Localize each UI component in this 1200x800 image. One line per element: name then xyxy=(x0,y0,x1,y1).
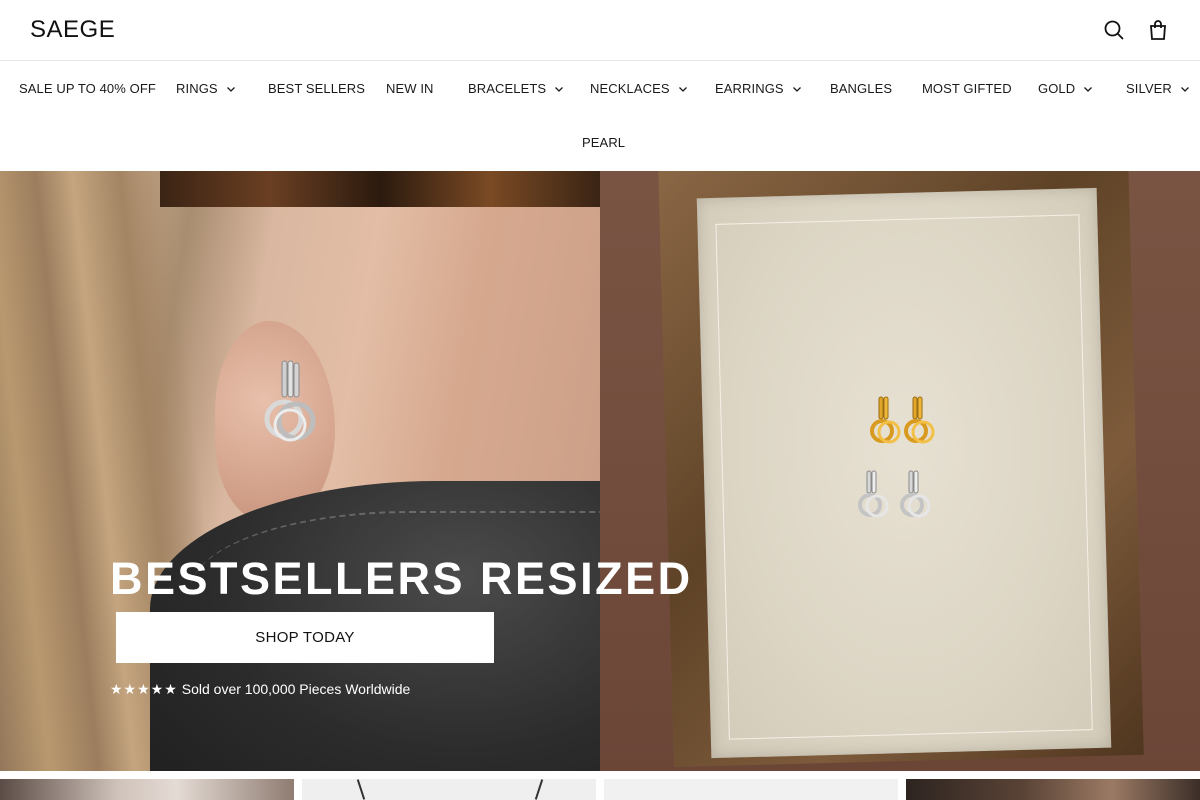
nav-item-necklaces[interactable]: NECKLACES xyxy=(590,81,688,96)
nav-item-new-in[interactable]: NEW IN xyxy=(386,81,434,96)
nav-item-bracelets[interactable]: BRACELETS xyxy=(468,81,564,96)
nav-item-label: NEW IN xyxy=(386,81,434,96)
chevron-down-icon xyxy=(1083,84,1093,94)
nav-item-sale[interactable]: SALE UP TO 40% OFF xyxy=(19,81,156,96)
product-tile[interactable] xyxy=(302,779,596,800)
nav-item-gold[interactable]: GOLD xyxy=(1038,81,1093,96)
nav-item-bangles[interactable]: BANGLES xyxy=(830,81,892,96)
chevron-down-icon xyxy=(1180,84,1190,94)
nav-item-earrings[interactable]: EARRINGS xyxy=(715,81,802,96)
search-icon[interactable] xyxy=(1102,18,1126,42)
nav-item-label: SALE UP TO 40% OFF xyxy=(19,81,156,96)
hero-banner: BESTSELLERS RESIZED SHOP TODAY ★★★★★ Sold… xyxy=(0,171,1200,771)
nav-item-label: PEARL xyxy=(582,135,626,150)
gold-earring-image xyxy=(870,396,901,444)
product-tile[interactable] xyxy=(604,779,898,800)
site-header: SAEGE xyxy=(0,0,1200,61)
nav-item-label: EARRINGS xyxy=(715,81,784,96)
silver-earring-image xyxy=(900,470,931,518)
nav-row: SALE UP TO 40% OFF RINGS BEST SELLERS NE… xyxy=(0,62,1200,116)
hero-image-tray xyxy=(600,171,1200,771)
site-logo[interactable]: SAEGE xyxy=(30,16,115,44)
main-navigation: SALE UP TO 40% OFF RINGS BEST SELLERS NE… xyxy=(0,62,1200,170)
nav-item-label: BEST SELLERS xyxy=(268,81,366,96)
star-rating-icon: ★★★★★ xyxy=(110,681,178,697)
necklace-chain xyxy=(356,779,366,800)
shop-today-button[interactable]: SHOP TODAY xyxy=(116,612,494,663)
nav-item-label: BANGLES xyxy=(830,81,893,96)
nav-item-label: NECKLACES xyxy=(590,81,670,96)
earring-image xyxy=(264,360,316,442)
product-tile[interactable] xyxy=(0,779,294,800)
nav-item-rings[interactable]: RINGS xyxy=(176,81,236,96)
shopping-bag-icon[interactable] xyxy=(1146,18,1170,42)
sunglasses-shape xyxy=(160,171,600,207)
social-proof: ★★★★★ Sold over 100,000 Pieces Worldwide xyxy=(110,681,410,698)
nav-item-label: RINGS xyxy=(176,81,218,96)
chevron-down-icon xyxy=(792,84,802,94)
nav-item-label: BRACELETS xyxy=(468,81,547,96)
chevron-down-icon xyxy=(226,84,236,94)
chevron-down-icon xyxy=(554,84,564,94)
nav-item-pearl[interactable]: PEARL xyxy=(582,135,625,150)
nav-item-most-gifted[interactable]: MOST GIFTED xyxy=(922,81,1012,96)
nav-item-label: GOLD xyxy=(1038,81,1076,96)
hero-title: BESTSELLERS RESIZED xyxy=(110,553,693,604)
nav-item-label: MOST GIFTED xyxy=(922,81,1012,96)
nav-item-silver[interactable]: SILVER xyxy=(1126,81,1190,96)
nav-item-label: SILVER xyxy=(1126,81,1172,96)
social-proof-text: Sold over 100,000 Pieces Worldwide xyxy=(181,681,411,697)
necklace-chain xyxy=(534,779,544,800)
silver-earring-image xyxy=(858,470,889,518)
product-tile[interactable] xyxy=(906,779,1200,800)
chevron-down-icon xyxy=(678,84,688,94)
nav-row: PEARL xyxy=(0,116,1200,170)
product-tiles-row xyxy=(0,779,1200,800)
nav-item-best-sellers[interactable]: BEST SELLERS xyxy=(268,81,365,96)
gold-earring-image xyxy=(904,396,935,444)
